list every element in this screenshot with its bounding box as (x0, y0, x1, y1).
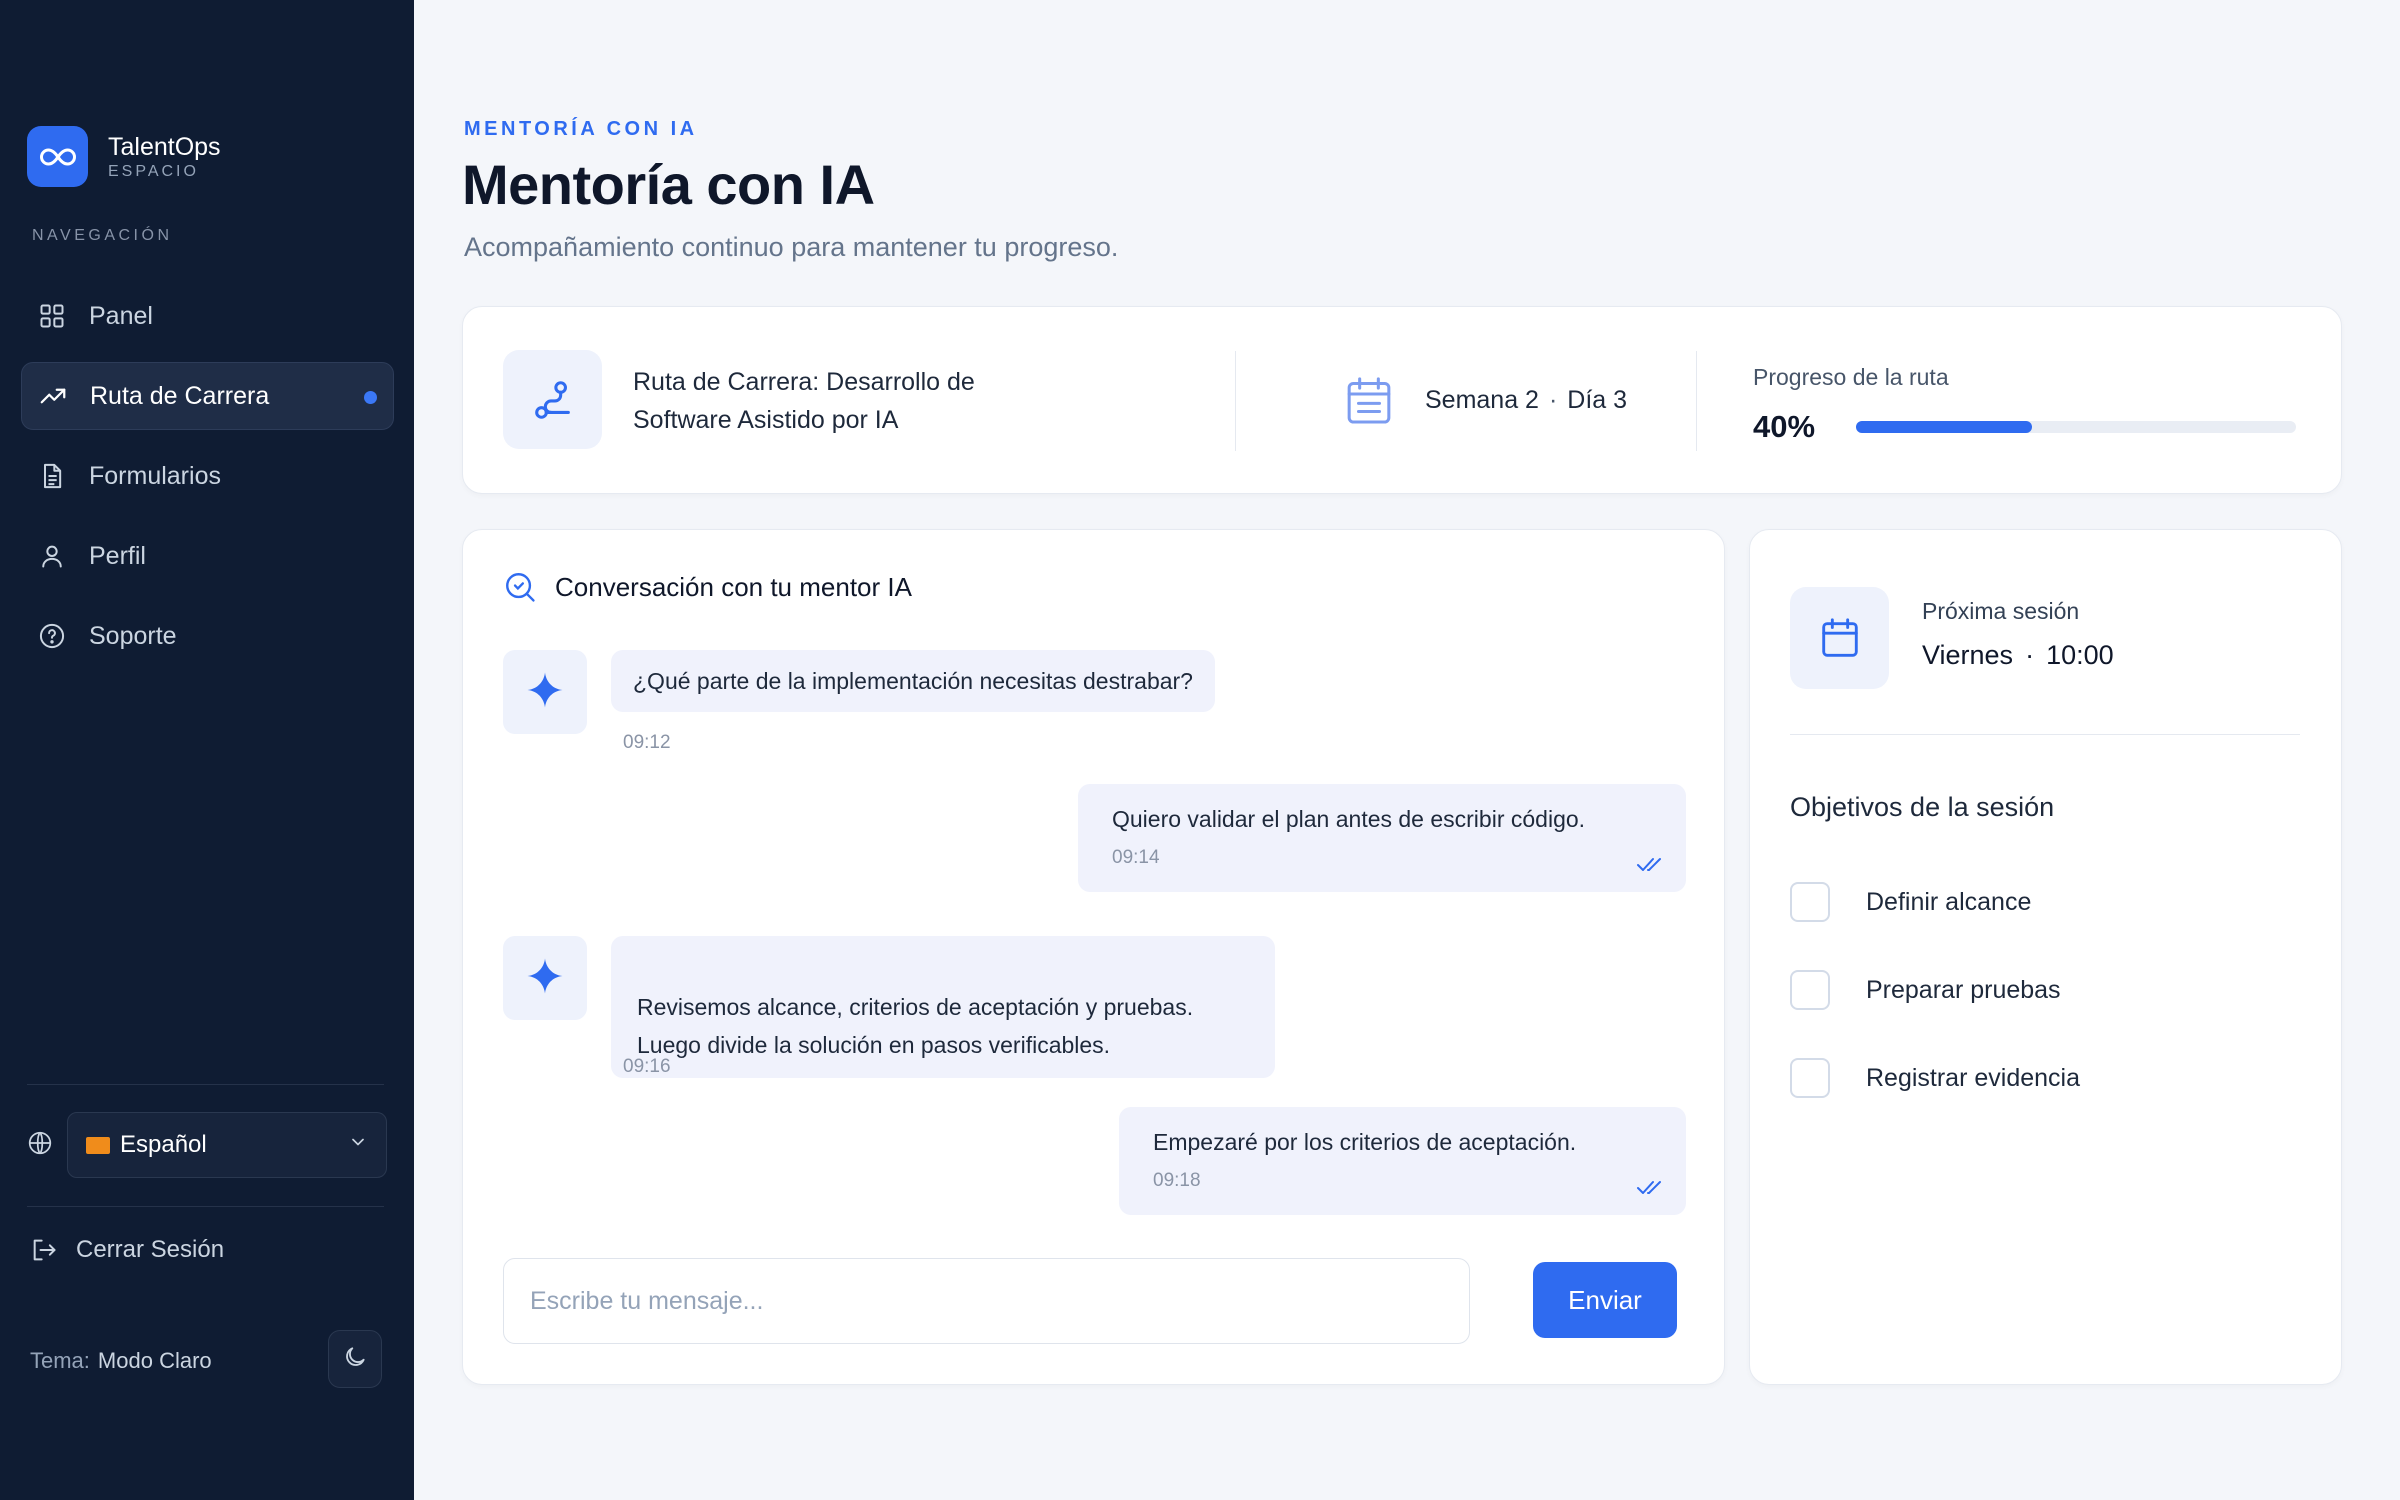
calendar-icon (1341, 372, 1397, 435)
vertical-divider (1696, 351, 1697, 451)
sidebar-divider (27, 1084, 384, 1085)
sparkle-icon (525, 956, 565, 1001)
sidebar-item-label: Perfil (89, 541, 146, 570)
page-eyebrow: MENTORÍA CON IA (464, 118, 698, 140)
language-value: Español (120, 1131, 207, 1158)
brand-subtitle: ESPACIO (108, 162, 199, 180)
sidebar-nav: Panel Ruta de Carrera Formularios Perfil (21, 282, 394, 682)
send-button[interactable]: Enviar (1533, 1262, 1677, 1338)
ai-message-bubble: ¿Qué parte de la implementación necesita… (611, 650, 1215, 712)
vertical-divider (1235, 351, 1236, 451)
message-time: 09:16 (623, 1056, 671, 1077)
next-session-label: Próxima sesión (1922, 598, 2080, 624)
objective-checkbox[interactable] (1790, 970, 1830, 1010)
logout-label: Cerrar Sesión (76, 1236, 225, 1263)
objective-checkbox[interactable] (1790, 882, 1830, 922)
sparkle-icon (525, 670, 565, 715)
objective-label: Definir alcance (1866, 887, 2032, 916)
sidebar: TalentOps ESPACIO NAVEGACIÓN Panel Ruta … (0, 0, 414, 1500)
route-week-day: Semana 2 · Día 3 (1425, 386, 1628, 414)
sidebar-item-label: Panel (89, 301, 153, 330)
sidebar-divider (27, 1206, 384, 1207)
language-select[interactable]: Español (67, 1112, 387, 1178)
brand[interactable]: TalentOps ESPACIO (27, 126, 221, 187)
double-check-icon (1636, 1179, 1664, 1197)
trending-up-icon (38, 381, 68, 411)
page-title: Mentoría con IA (462, 153, 875, 216)
ai-mentor-avatar (503, 936, 587, 1020)
moon-icon (342, 1344, 368, 1375)
theme-label: Tema: (30, 1348, 90, 1373)
user-icon (37, 541, 67, 571)
sidebar-item-formularios[interactable]: Formularios (21, 442, 394, 510)
route-day: Día 3 (1567, 386, 1628, 414)
sidebar-item-label: Soporte (89, 621, 177, 650)
progress-bar-fill (1856, 421, 2032, 433)
active-indicator-dot (364, 391, 377, 404)
next-session-card: Próxima sesión Viernes · 10:00 Objetivos d… (1749, 529, 2342, 1385)
sidebar-item-ruta-de-carrera[interactable]: Ruta de Carrera (21, 362, 394, 430)
message-text: ¿Qué parte de la implementación necesita… (633, 668, 1193, 694)
calendar-icon (1790, 587, 1889, 689)
objectives-title: Objetivos de la sesión (1790, 792, 2055, 822)
session-day: Viernes (1922, 640, 2014, 670)
help-circle-icon (37, 621, 67, 651)
document-icon (37, 461, 67, 491)
route-title: Ruta de Carrera: Desarrollo de Software … (633, 368, 975, 434)
message-time: 09:12 (623, 732, 671, 753)
spain-flag-icon (86, 1136, 110, 1154)
objective-label: Registrar evidencia (1866, 1063, 2080, 1092)
session-time: 10:00 (2046, 640, 2114, 670)
language-row: Español (27, 1112, 387, 1178)
message-time: 09:18 (1153, 1170, 1201, 1191)
progress-bar (1856, 421, 2296, 433)
objective-item[interactable]: Registrar evidencia (1790, 1058, 2080, 1098)
user-message-bubble: Quiero validar el plan antes de escribir… (1078, 784, 1686, 892)
sidebar-item-soporte[interactable]: Soporte (21, 602, 394, 670)
message-text: Quiero validar el plan antes de escribir… (1112, 806, 1586, 832)
logout-icon (30, 1236, 58, 1264)
progress-percent: 40% (1753, 409, 1816, 444)
double-check-icon (1636, 856, 1664, 874)
grid-icon (37, 301, 67, 331)
message-input[interactable] (503, 1258, 1470, 1344)
divider (1790, 734, 2300, 735)
objective-label: Preparar pruebas (1866, 975, 2061, 1004)
brand-name: TalentOps (108, 132, 221, 161)
career-route-card: Ruta de Carrera: Desarrollo de Software … (462, 306, 2342, 494)
objective-checkbox[interactable] (1790, 1058, 1830, 1098)
objective-item[interactable]: Preparar pruebas (1790, 970, 2061, 1010)
message-text: Empezaré por los criterios de aceptación… (1153, 1129, 1577, 1155)
message-time: 09:14 (1112, 847, 1160, 868)
route-week: Semana 2 (1425, 386, 1539, 414)
theme-value: Modo Claro (97, 1348, 212, 1373)
globe-icon (27, 1130, 53, 1161)
infinity-logo-icon (27, 126, 88, 187)
logout-button[interactable]: Cerrar Sesión (30, 1236, 224, 1264)
chat-search-icon (503, 570, 537, 604)
objective-item[interactable]: Definir alcance (1790, 882, 2031, 922)
chat-title: Conversación con tu mentor IA (555, 571, 912, 602)
chevron-down-icon (348, 1131, 368, 1159)
progress-label: Progreso de la ruta (1753, 364, 1949, 390)
sidebar-item-label: Ruta de Carrera (90, 381, 270, 410)
chat-header: Conversación con tu mentor IA (503, 570, 912, 604)
route-icon (503, 350, 602, 449)
next-session-datetime: Viernes · 10:00 (1922, 640, 2114, 670)
page-subtitle: Acompañamiento continuo para mantener tu… (464, 232, 1119, 262)
message-text: Revisemos alcance, criterios de aceptaci… (637, 994, 1194, 1058)
sidebar-item-panel[interactable]: Panel (21, 282, 394, 350)
ai-mentor-avatar (503, 650, 587, 734)
user-message-bubble: Empezaré por los criterios de aceptación… (1119, 1107, 1686, 1215)
mentor-chat-card: Conversación con tu mentor IA ¿Qué parte… (462, 529, 1725, 1385)
nav-heading: NAVEGACIÓN (32, 227, 173, 244)
theme-toggle-button[interactable] (328, 1330, 382, 1388)
sidebar-item-label: Formularios (89, 461, 221, 490)
sidebar-item-perfil[interactable]: Perfil (21, 522, 394, 590)
theme-indicator: Tema: Modo Claro (30, 1348, 212, 1374)
ai-message-bubble: Revisemos alcance, criterios de aceptaci… (611, 936, 1275, 1078)
